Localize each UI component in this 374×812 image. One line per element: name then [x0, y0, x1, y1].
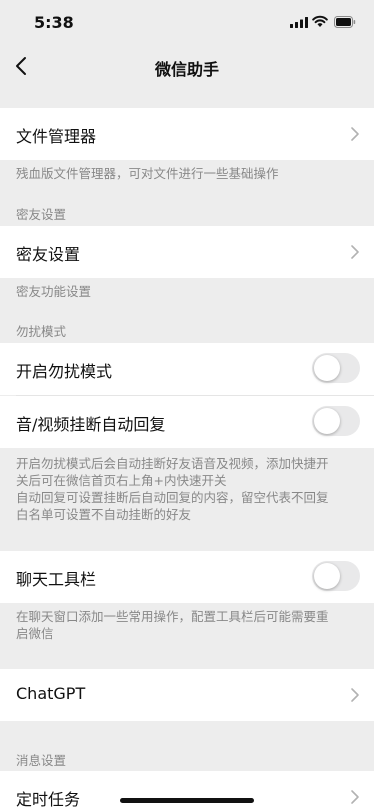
- close-friend-section-header: 密友设置: [16, 207, 67, 222]
- auto-reply-toggle[interactable]: [312, 406, 360, 436]
- chevron-right-icon: [351, 790, 359, 804]
- auto-reply-label: 音/视频挂断自动回复: [16, 415, 166, 434]
- chat-toolbar-row: 聊天工具栏: [0, 551, 374, 603]
- page-title: 微信助手: [154, 60, 219, 79]
- dnd-footer-line: 关后可在微信首页右上角+内快速开关: [16, 473, 227, 488]
- close-friend-footer: 密友功能设置: [16, 284, 92, 299]
- dnd-section-header: 勿扰模式: [16, 324, 67, 339]
- chevron-right-icon: [351, 127, 359, 141]
- chat-toolbar-footer-line: 启微信: [16, 626, 54, 641]
- dnd-enable-row: 开启勿扰模式: [0, 343, 374, 395]
- dnd-enable-toggle[interactable]: [312, 353, 360, 383]
- message-section-header: 消息设置: [16, 753, 67, 768]
- chatgpt-label: ChatGPT: [16, 684, 86, 703]
- wifi-icon: [312, 15, 328, 27]
- file-manager-label: 文件管理器: [16, 127, 97, 146]
- chatgpt-row[interactable]: ChatGPT: [0, 669, 374, 721]
- cellular-signal-icon: [290, 17, 308, 28]
- navigation-bar: 微信助手: [0, 44, 374, 90]
- dnd-footer-line: 白名单可设置不自动挂断的好友: [16, 507, 192, 522]
- dnd-footer: 开启勿扰模式后会自动挂断好友语音及视频，添加快捷开 关后可在微信首页右上角+内快…: [16, 455, 364, 523]
- home-indicator: [120, 798, 254, 803]
- auto-reply-row: 音/视频挂断自动回复: [0, 396, 374, 448]
- dnd-footer-line: 自动回复可设置挂断后自动回复的内容，留空代表不回复: [16, 490, 329, 505]
- chevron-right-icon: [351, 688, 359, 702]
- file-manager-footer: 残血版文件管理器，可对文件进行一些基础操作: [16, 166, 279, 181]
- close-friend-settings-row[interactable]: 密友设置: [0, 226, 374, 278]
- toggle-knob: [314, 355, 340, 381]
- toggle-knob: [314, 563, 340, 589]
- status-time: 5:38: [34, 13, 74, 32]
- status-bar: 5:38: [0, 0, 374, 44]
- scheduled-task-label: 定时任务: [16, 790, 81, 809]
- file-manager-row[interactable]: 文件管理器: [0, 108, 374, 160]
- chevron-right-icon: [351, 245, 359, 259]
- dnd-footer-line: 开启勿扰模式后会自动挂断好友语音及视频，添加快捷开: [16, 456, 329, 471]
- scheduled-task-row[interactable]: 定时任务: [0, 771, 374, 812]
- dnd-enable-label: 开启勿扰模式: [16, 362, 113, 381]
- chat-toolbar-footer-line: 在聊天窗口添加一些常用操作，配置工具栏后可能需要重: [16, 609, 329, 624]
- chat-toolbar-label: 聊天工具栏: [16, 570, 97, 589]
- battery-icon: [334, 16, 356, 28]
- toggle-knob: [314, 408, 340, 434]
- close-friend-settings-label: 密友设置: [16, 245, 81, 264]
- chat-toolbar-footer: 在聊天窗口添加一些常用操作，配置工具栏后可能需要重 启微信: [16, 608, 364, 642]
- chat-toolbar-toggle[interactable]: [312, 561, 360, 591]
